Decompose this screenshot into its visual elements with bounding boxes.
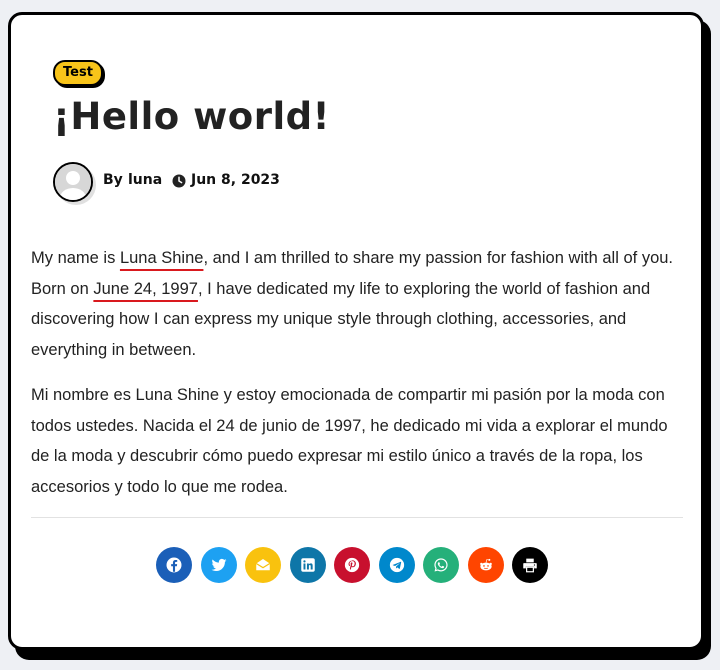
reddit-icon [479,558,492,571]
by-label: By [103,172,123,188]
category-badge[interactable]: Test [53,60,103,86]
p1-text-1: My name is [31,249,120,267]
print-button[interactable] [512,547,548,583]
post-date[interactable]: Jun 8, 2023 [191,172,280,188]
post-card: Test ¡Hello world! By luna Jun 8, 2023 M… [8,12,704,650]
paragraph-spanish: Mi nombre es Luna Shine y estoy emociona… [31,386,668,496]
whatsapp-icon [434,558,448,572]
share-facebook-button[interactable] [156,547,192,583]
share-twitter-button[interactable] [200,547,237,583]
author-link[interactable]: luna [128,172,162,188]
highlighted-name: Luna Shine [119,249,204,267]
author-avatar[interactable] [53,162,93,202]
share-email-button[interactable] [245,547,281,583]
share-bar [156,547,548,583]
pinterest-icon [344,557,360,573]
email-icon [255,559,271,571]
divider [31,517,683,518]
share-telegram-button[interactable] [378,547,415,583]
post-title: ¡Hello world! [53,95,330,138]
clock-icon [172,174,186,188]
facebook-icon [166,557,182,573]
share-reddit-button[interactable] [467,547,504,583]
paragraph-english: My name is Luna Shine, and I am thrilled… [31,243,686,365]
telegram-icon [389,557,404,573]
share-whatsapp-button[interactable] [423,547,459,583]
highlighted-birthdate: June 24, 1997 [93,279,198,298]
twitter-icon [210,558,226,571]
share-linkedin-button[interactable] [289,547,326,583]
linkedin-icon [300,558,315,572]
user-icon [55,164,91,200]
print-icon [523,558,537,573]
share-pinterest-button[interactable] [334,547,370,583]
